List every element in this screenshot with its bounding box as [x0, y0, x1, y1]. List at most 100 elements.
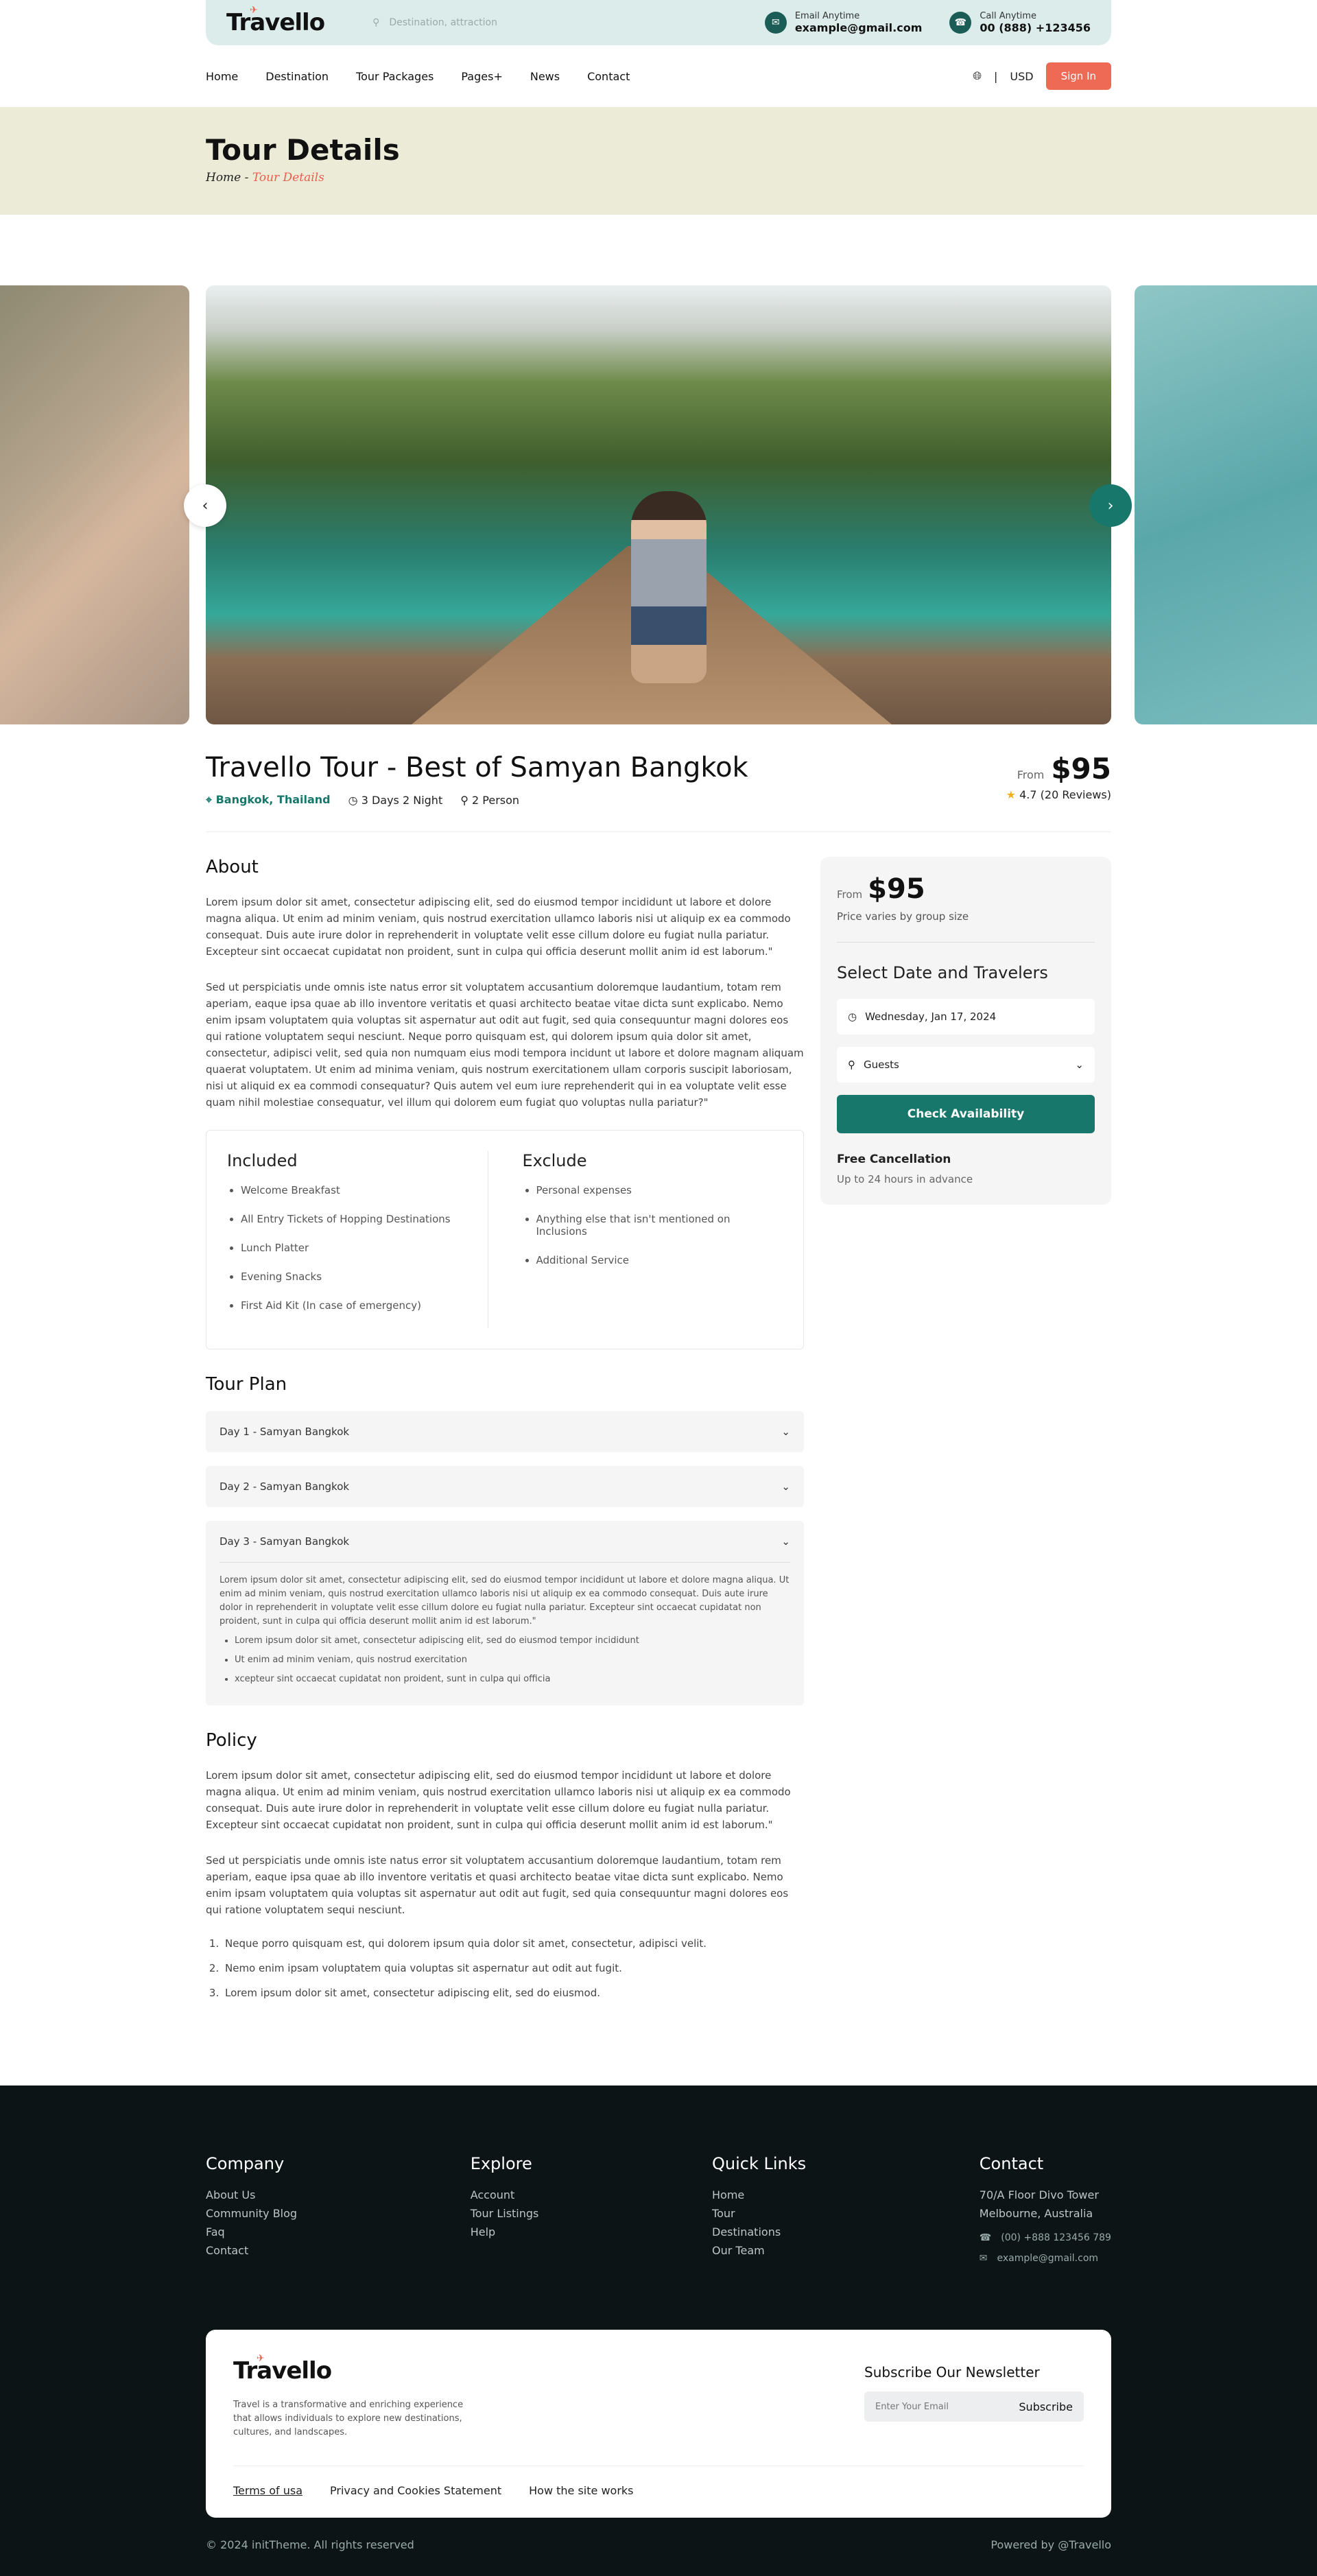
- call-label: Call Anytime: [980, 11, 1036, 21]
- footer-link[interactable]: Tour Listings: [471, 2207, 539, 2220]
- footer-email[interactable]: ✉ example@gmail.com: [980, 2253, 1111, 2264]
- footer-heading: Explore: [470, 2154, 532, 2173]
- subscribe-button[interactable]: Subscribe: [1019, 2400, 1073, 2413]
- main-nav: Home Destination Tour Packages Pages+ Ne…: [206, 45, 1111, 107]
- newsletter-email-input[interactable]: Enter Your Email: [875, 2402, 949, 2412]
- tour-duration: ◷ 3 Days 2 Night: [348, 793, 443, 807]
- breadcrumb-current: Tour Details: [252, 171, 324, 185]
- newsletter: Subscribe Our Newsletter Enter Your Emai…: [864, 2357, 1084, 2439]
- date-picker[interactable]: ◷ Wednesday, Jan 17, 2024: [837, 999, 1095, 1035]
- search-icon: ⚲: [372, 17, 380, 28]
- footer-link[interactable]: Destinations: [712, 2225, 806, 2238]
- nav-right: 🌐︎ | USD Sign In: [973, 62, 1111, 90]
- slider-next-button[interactable]: ›: [1089, 484, 1132, 527]
- rating: ★ 4.7 (20 Reviews): [1006, 788, 1111, 801]
- nav-contact[interactable]: Contact: [587, 70, 630, 83]
- tour-location[interactable]: ⌖ Bangkok, Thailand: [206, 793, 331, 807]
- breadcrumb: Home - Tour Details: [206, 171, 1111, 185]
- slide-main-image: [206, 285, 1111, 724]
- price-from-label: From: [1017, 768, 1045, 781]
- booking-heading: Select Date and Travelers: [837, 963, 1048, 982]
- footer: Company About Us Community Blog Faq Cont…: [0, 2085, 1317, 2576]
- nav-home[interactable]: Home: [206, 70, 238, 83]
- slide-previous-image[interactable]: [0, 285, 189, 724]
- about-heading: About: [206, 857, 259, 877]
- inclusions-box: Included Welcome Breakfast All Entry Tic…: [206, 1130, 804, 1349]
- booking-price: $95: [868, 873, 925, 905]
- footer-link[interactable]: About Us: [206, 2188, 297, 2201]
- image-slider: ‹ ›: [0, 285, 1317, 724]
- logo[interactable]: ✈ Travello: [226, 5, 325, 36]
- check-availability-button[interactable]: Check Availability: [837, 1095, 1095, 1133]
- nav-destination[interactable]: Destination: [265, 70, 329, 83]
- footer-link[interactable]: Our Team: [712, 2244, 806, 2257]
- included-item: Welcome Breakfast: [241, 1184, 488, 1196]
- policy-item: Nemo enim ipsam voluptatem quia voluptas…: [222, 1962, 804, 1974]
- policy-item: Lorem ipsum dolor sit amet, consectetur …: [222, 1987, 804, 1999]
- page-banner: Tour Details Home - Tour Details: [0, 107, 1317, 215]
- search-field[interactable]: ⚲ Destination, attraction: [372, 17, 674, 28]
- privacy-link[interactable]: Privacy and Cookies Statement: [330, 2484, 501, 2497]
- nav-pages[interactable]: Pages+: [461, 70, 502, 83]
- breadcrumb-home[interactable]: Home: [206, 171, 241, 185]
- sign-in-button[interactable]: Sign In: [1045, 62, 1111, 90]
- newsletter-form: Enter Your Email Subscribe: [864, 2391, 1084, 2422]
- nav-tour-packages[interactable]: Tour Packages: [356, 70, 434, 83]
- globe-icon[interactable]: 🌐︎: [973, 69, 982, 83]
- footer-link[interactable]: Tour: [712, 2207, 806, 2220]
- top-bar: ✈ Travello ⚲ Destination, attraction ✉ Em…: [206, 0, 1111, 45]
- chevron-down-icon: ⌄: [781, 1480, 790, 1493]
- about-paragraph-2: Sed ut perspiciatis unde omnis iste natu…: [206, 981, 804, 1109]
- accordion-day-3[interactable]: Day 3 - Samyan Bangkok ⌄ Lorem ipsum dolo…: [206, 1521, 804, 1705]
- powered-by: Powered by @Travello: [990, 2538, 1111, 2551]
- slide-next-image[interactable]: [1135, 285, 1317, 724]
- footer-link[interactable]: Account: [471, 2188, 539, 2201]
- tour-people: ⚲ 2 Person: [460, 793, 520, 807]
- slider-prev-button[interactable]: ‹: [184, 484, 226, 527]
- footer-link[interactable]: Community Blog: [206, 2207, 297, 2220]
- location-pin-icon: ⌖: [206, 793, 216, 806]
- user-icon: ⚲: [460, 793, 473, 807]
- footer-link[interactable]: Contact: [206, 2244, 297, 2257]
- address-line: Melbourne, Australia: [979, 2207, 1093, 2220]
- chevron-down-icon: ⌄: [781, 1426, 790, 1438]
- day-3-item: Lorem ipsum dolor sit amet, consectetur …: [235, 1634, 790, 1648]
- included-item: Lunch Platter: [241, 1242, 488, 1254]
- footer-link[interactable]: Faq: [206, 2225, 297, 2238]
- exclude-list: Exclude Personal expenses Anything else …: [487, 1151, 783, 1328]
- exclude-item: Anything else that isn't mentioned on In…: [536, 1213, 783, 1238]
- email-contact: ✉ Email Anytime example@gmail.com: [764, 11, 923, 34]
- breadcrumb-separator: -: [241, 171, 252, 185]
- currency-select[interactable]: USD: [1010, 70, 1033, 83]
- accordion-day-2[interactable]: Day 2 - Samyan Bangkok ⌄: [206, 1466, 804, 1507]
- terms-link[interactable]: Terms of usa: [233, 2484, 302, 2497]
- accordion-day-1[interactable]: Day 1 - Samyan Bangkok ⌄: [206, 1411, 804, 1452]
- footer-link[interactable]: Home: [712, 2188, 806, 2201]
- nav-news[interactable]: News: [530, 70, 560, 83]
- phone-icon: ☎: [979, 2232, 992, 2243]
- included-item: Evening Snacks: [241, 1271, 488, 1283]
- how-it-works-link[interactable]: How the site works: [529, 2484, 633, 2497]
- exclude-heading: Exclude: [522, 1151, 587, 1170]
- mail-icon: ✉: [764, 12, 787, 34]
- guests-select[interactable]: ⚲ Guests ⌄: [837, 1047, 1095, 1083]
- booking-from-label: From: [837, 888, 863, 901]
- footer-heading: Quick Links: [712, 2154, 807, 2173]
- day-3-text: Lorem ipsum dolor sit amet, consectetur …: [220, 1575, 790, 1627]
- day-title: Day 3 - Samyan Bangkok: [220, 1535, 350, 1548]
- divider: |: [994, 69, 998, 83]
- included-item: All Entry Tickets of Hopping Destination…: [241, 1213, 488, 1225]
- footer-columns: Company About Us Community Blog Faq Cont…: [206, 2154, 1111, 2264]
- plane-icon: ✈: [250, 5, 258, 16]
- search-placeholder: Destination, attraction: [389, 17, 497, 28]
- footer-logo[interactable]: ✈ Travello: [233, 2353, 466, 2385]
- clock-icon: ◷: [848, 1011, 857, 1023]
- footer-phone[interactable]: ☎ (00) +888 123456 789: [980, 2232, 1111, 2243]
- chevron-down-icon: ⌄: [1075, 1059, 1084, 1071]
- footer-link[interactable]: Help: [471, 2225, 539, 2238]
- phone-value[interactable]: 00 (888) +123456: [980, 21, 1091, 34]
- included-heading: Included: [227, 1151, 298, 1170]
- tour-price: From $95 ★ 4.7 (20 Reviews): [1006, 752, 1111, 807]
- email-value[interactable]: example@gmail.com: [795, 21, 923, 34]
- policy-paragraph-1: Lorem ipsum dolor sit amet, consectetur …: [206, 1769, 791, 1831]
